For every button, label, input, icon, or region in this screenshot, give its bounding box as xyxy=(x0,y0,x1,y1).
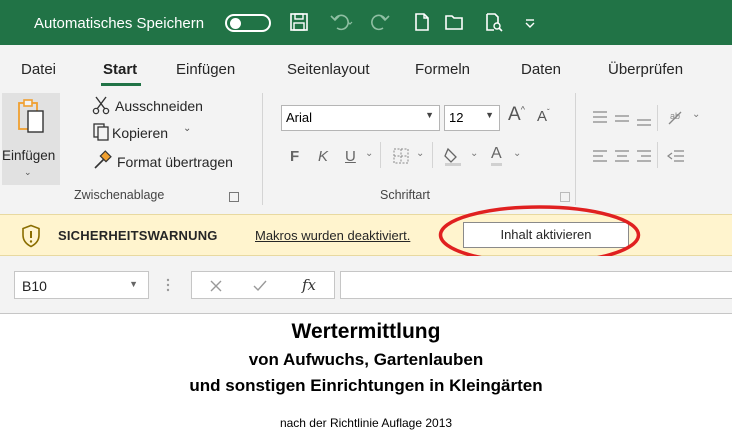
enable-content-button[interactable]: Inhalt aktivieren xyxy=(463,222,629,248)
fill-color-icon[interactable] xyxy=(443,145,463,167)
font-name-value: Arial xyxy=(286,110,313,125)
copy-dropdown-arrow[interactable]: ⌄ xyxy=(183,123,191,134)
divider xyxy=(432,142,433,168)
chevron-down-icon: ▼ xyxy=(129,279,138,289)
security-warning-bar: SICHERHEITSWARNUNG Makros wurden deaktiv… xyxy=(0,214,732,256)
save-icon[interactable] xyxy=(289,11,309,33)
tab-datei[interactable]: Datei xyxy=(21,61,56,78)
copy-button[interactable]: Kopieren xyxy=(112,125,168,141)
name-box[interactable]: B10 ▼ xyxy=(14,271,149,299)
font-size-dropdown[interactable]: 12 ▼ xyxy=(444,105,500,131)
tab-seitenlayout[interactable]: Seitenlayout xyxy=(287,61,370,78)
bold-button[interactable]: F xyxy=(290,148,299,165)
align-center-icon[interactable] xyxy=(613,148,631,164)
align-left-icon[interactable] xyxy=(591,148,609,164)
orientation-icon[interactable]: ab xyxy=(666,107,688,127)
formula-buttons: fx xyxy=(191,271,335,299)
format-painter-icon xyxy=(94,150,112,169)
open-folder-icon[interactable] xyxy=(444,11,464,33)
macros-disabled-link[interactable]: Makros wurden deaktiviert. xyxy=(255,228,410,243)
orientation-dropdown-arrow[interactable]: ⌄ xyxy=(692,109,700,120)
font-size-value: 12 xyxy=(449,110,464,125)
ribbon-tabs: Datei Start Einfügen Seitenlayout Formel… xyxy=(0,45,732,87)
insert-function-button[interactable]: fx xyxy=(302,276,316,294)
align-bottom-icon[interactable] xyxy=(635,113,653,129)
cancel-icon[interactable] xyxy=(208,278,224,294)
increase-font-size-button[interactable]: A^ xyxy=(508,104,525,126)
security-warning-title: SICHERHEITSWARNUNG xyxy=(58,228,218,243)
tab-formeln[interactable]: Formeln xyxy=(415,61,470,78)
scissors-icon xyxy=(92,96,110,115)
autosave-label: Automatisches Speichern xyxy=(34,15,205,32)
decrease-indent-icon[interactable] xyxy=(666,148,686,164)
underline-dropdown-arrow[interactable]: ⌄ xyxy=(365,148,373,159)
sheet-subtitle-3: nach der Richtlinie Auflage 2013 xyxy=(279,416,453,430)
new-file-icon[interactable] xyxy=(414,11,430,33)
divider xyxy=(657,142,658,168)
paste-icon xyxy=(18,99,44,133)
divider xyxy=(657,105,658,131)
active-tab-indicator xyxy=(101,83,141,86)
fill-color-dropdown-arrow[interactable]: ⌄ xyxy=(470,148,478,159)
paste-dropdown-arrow[interactable]: ⌄ xyxy=(24,167,32,178)
worksheet-top-border xyxy=(0,313,732,314)
align-top-icon[interactable] xyxy=(591,109,609,125)
copy-icon xyxy=(93,123,109,141)
confirm-icon[interactable] xyxy=(252,278,268,294)
formula-input[interactable] xyxy=(340,271,732,299)
font-group-label: Schriftart xyxy=(380,188,431,202)
print-preview-icon[interactable] xyxy=(485,11,503,33)
redo-icon[interactable] xyxy=(369,11,393,33)
clipboard-dialog-launcher[interactable] xyxy=(229,192,239,202)
tab-ueberpruefen[interactable]: Überprüfen xyxy=(608,61,683,78)
borders-icon[interactable] xyxy=(392,147,410,165)
font-color-dropdown-arrow[interactable]: ⌄ xyxy=(513,148,521,159)
sheet-subtitle-1: von Aufwuchs, Gartenlauben xyxy=(248,350,484,369)
font-name-dropdown[interactable]: Arial ▼ xyxy=(281,105,440,131)
toggle-knob xyxy=(230,18,241,29)
formula-bar-splitter-icon[interactable] xyxy=(165,277,171,293)
chevron-down-icon: ▼ xyxy=(485,110,494,120)
divider xyxy=(380,142,381,168)
shield-warning-icon xyxy=(22,224,40,248)
borders-dropdown-arrow[interactable]: ⌄ xyxy=(416,148,424,159)
undo-icon[interactable] xyxy=(329,11,353,33)
customize-toolbar-icon[interactable] xyxy=(524,11,536,33)
autosave-toggle[interactable] xyxy=(225,14,271,32)
tab-daten[interactable]: Daten xyxy=(521,61,561,78)
italic-button[interactable]: K xyxy=(318,148,328,165)
tab-einfuegen[interactable]: Einfügen xyxy=(176,61,235,78)
chevron-down-icon: ▼ xyxy=(425,110,434,120)
align-right-icon[interactable] xyxy=(635,148,653,164)
decrease-font-size-button[interactable]: Aˇ xyxy=(537,108,550,125)
tab-start[interactable]: Start xyxy=(103,61,137,78)
clipboard-group-label: Zwischenablage xyxy=(74,188,165,202)
font-color-button[interactable]: A xyxy=(491,145,502,166)
cut-button[interactable]: Ausschneiden xyxy=(115,98,203,114)
group-separator xyxy=(575,93,576,205)
sheet-title: Wertermittlung xyxy=(291,320,441,343)
align-middle-icon[interactable] xyxy=(613,111,631,127)
ribbon: Einfügen ⌄ Ausschneiden Kopieren ⌄ Forma… xyxy=(0,87,732,214)
svg-text:ab: ab xyxy=(670,111,680,121)
name-box-value: B10 xyxy=(22,278,47,294)
title-bar: Automatisches Speichern xyxy=(0,0,732,45)
format-painter-button[interactable]: Format übertragen xyxy=(117,154,233,170)
paste-label: Einfügen xyxy=(2,148,56,163)
sheet-subtitle-2: und sonstigen Einrichtungen in Kleingärt… xyxy=(189,376,543,395)
underline-button[interactable]: U xyxy=(345,148,356,165)
font-dialog-launcher[interactable] xyxy=(560,192,570,202)
group-separator xyxy=(262,93,263,205)
